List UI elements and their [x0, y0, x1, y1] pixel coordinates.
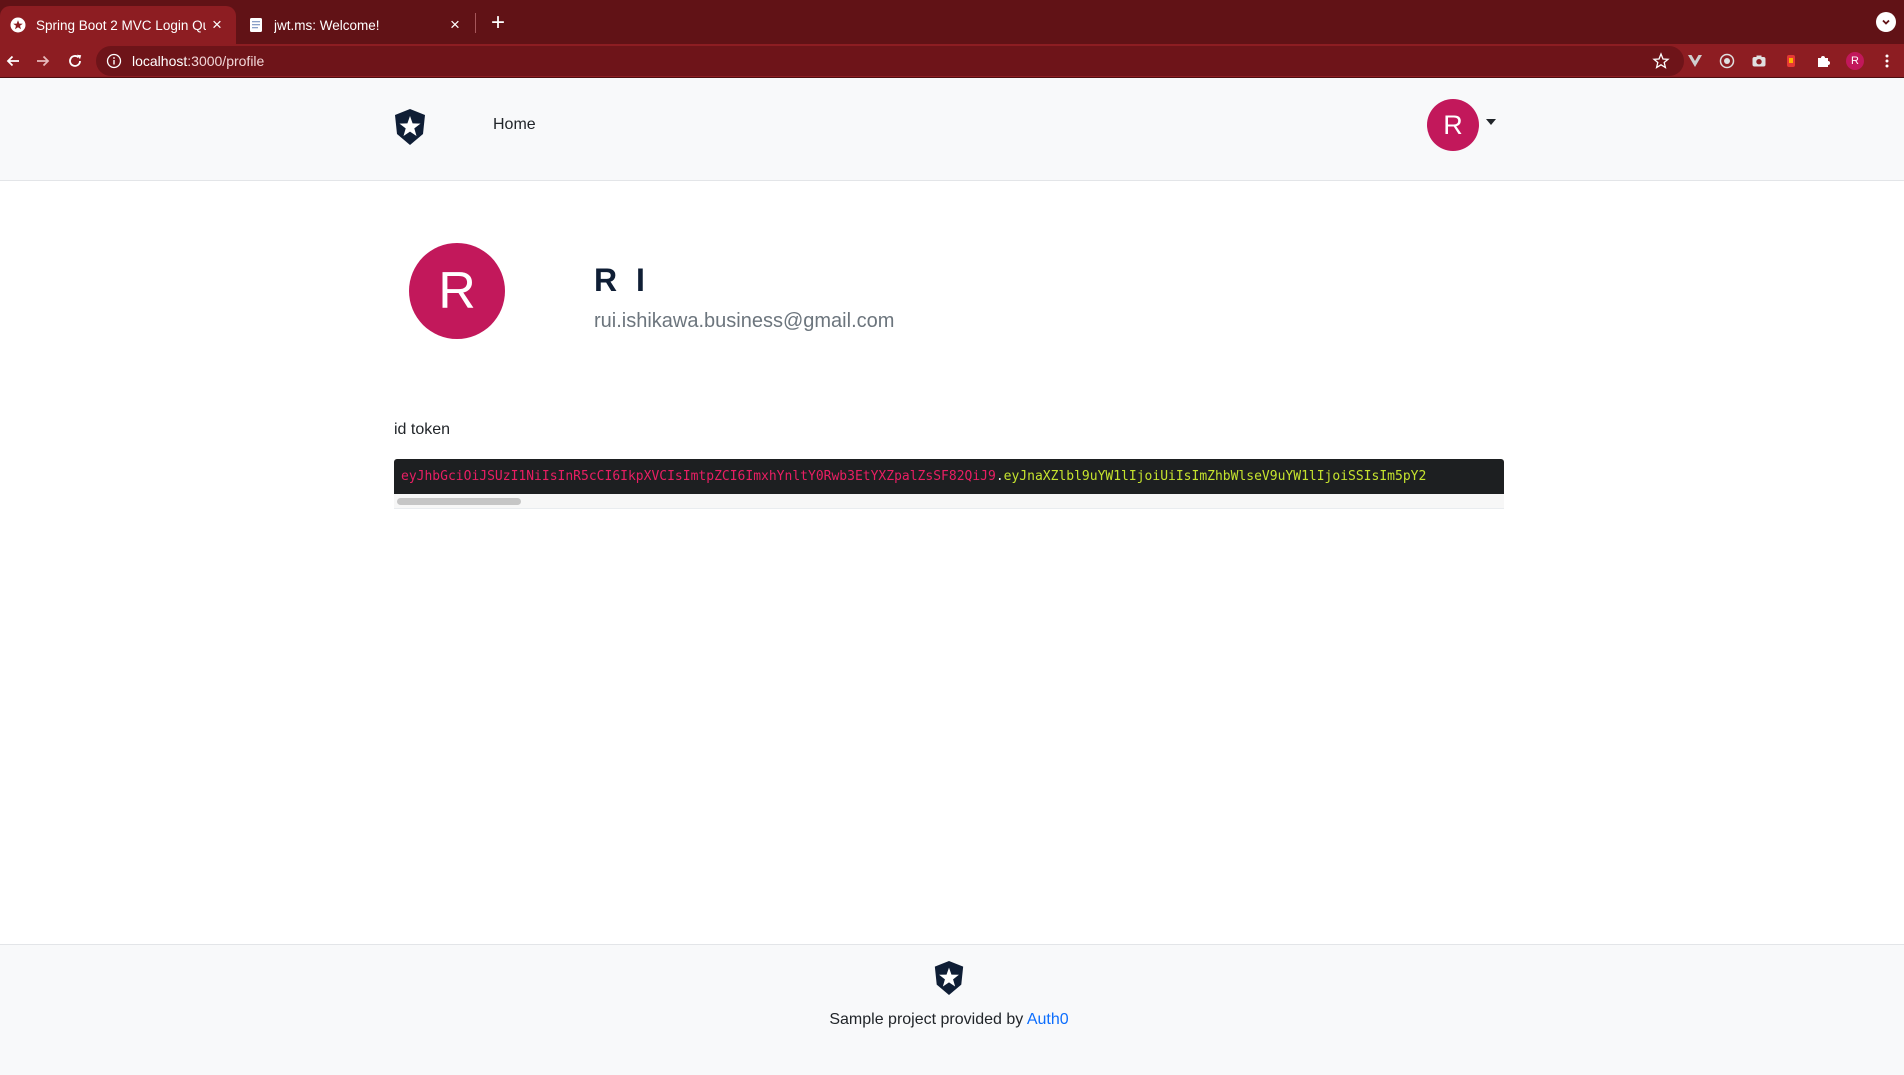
reload-icon[interactable]	[62, 48, 88, 74]
tab-jwt-ms[interactable]: jwt.ms: Welcome! ×	[238, 6, 474, 44]
address-bar[interactable]: localhost:3000/profile	[96, 46, 1684, 76]
profile-avatar: R	[409, 243, 505, 339]
site-info-icon[interactable]	[106, 53, 122, 69]
target-extension-icon[interactable]	[1718, 52, 1736, 70]
document-favicon-icon	[250, 18, 262, 32]
token-horizontal-scrollbar[interactable]	[394, 494, 1504, 509]
bookmark-star-icon[interactable]	[1652, 52, 1670, 70]
token-header-segment: eyJhbGciOiJSUzI1NiIsInR5cCI6IkpXVCIsImtp…	[401, 469, 996, 484]
url-text: localhost:3000/profile	[132, 53, 265, 69]
dropdown-caret-icon[interactable]	[1486, 119, 1496, 125]
auth0-favicon-icon	[10, 17, 26, 33]
tab-title: jwt.ms: Welcome!	[274, 17, 380, 33]
token-dot: .	[995, 469, 1004, 484]
tab-close-icon[interactable]: ×	[206, 14, 228, 36]
nav-user-avatar[interactable]: R	[1427, 99, 1479, 151]
forward-arrow-icon[interactable]	[30, 48, 56, 74]
auth0-footer-logo-icon	[934, 961, 964, 995]
id-token-code-block[interactable]: eyJhbGciOiJSUzI1NiIsInR5cCI6IkpXVCIsImtp…	[394, 459, 1504, 494]
auth0-link[interactable]: Auth0	[1027, 1011, 1069, 1028]
nav-home-link[interactable]: Home	[493, 116, 536, 134]
profile-avatar-icon[interactable]: R	[1846, 52, 1864, 70]
browser-tabstrip: Spring Boot 2 MVC Login Quick × jwt.ms: …	[0, 0, 1904, 44]
id-token-label: id token	[394, 421, 451, 438]
auth0-logo-icon[interactable]	[392, 108, 428, 146]
token-payload-segment: eyJnaXZlbl9uYW1lIjoiUiIsImZhbWlseV9uYW1l…	[1003, 469, 1427, 484]
browser-toolbar: localhost:3000/profile R	[0, 44, 1904, 78]
tab-spring-boot[interactable]: Spring Boot 2 MVC Login Quick ×	[0, 6, 236, 44]
profile-email: rui.ishikawa.business@gmail.com	[594, 310, 895, 332]
browser-menu-icon[interactable]	[1878, 52, 1896, 70]
profile-name: R I	[594, 262, 650, 298]
back-arrow-icon[interactable]	[0, 48, 26, 74]
tab-separator	[475, 13, 476, 33]
footer-credit: Sample project provided by Auth0	[0, 1011, 1898, 1029]
scrollbar-thumb[interactable]	[397, 498, 521, 505]
red-extension-icon[interactable]	[1782, 52, 1800, 70]
puzzle-extensions-icon[interactable]	[1814, 52, 1832, 70]
tab-title: Spring Boot 2 MVC Login Quick	[36, 17, 206, 33]
vue-devtools-extension-icon[interactable]	[1686, 52, 1704, 70]
page-footer: Sample project provided by Auth0	[0, 944, 1904, 1075]
tab-close-icon[interactable]: ×	[444, 14, 466, 36]
camera-extension-icon[interactable]	[1750, 52, 1768, 70]
app-navbar: Home R	[0, 78, 1904, 181]
new-tab-plus-icon[interactable]: +	[485, 9, 511, 36]
tab-search-chevron-icon[interactable]	[1876, 12, 1896, 32]
footer-credit-text: Sample project provided by	[829, 1011, 1024, 1028]
